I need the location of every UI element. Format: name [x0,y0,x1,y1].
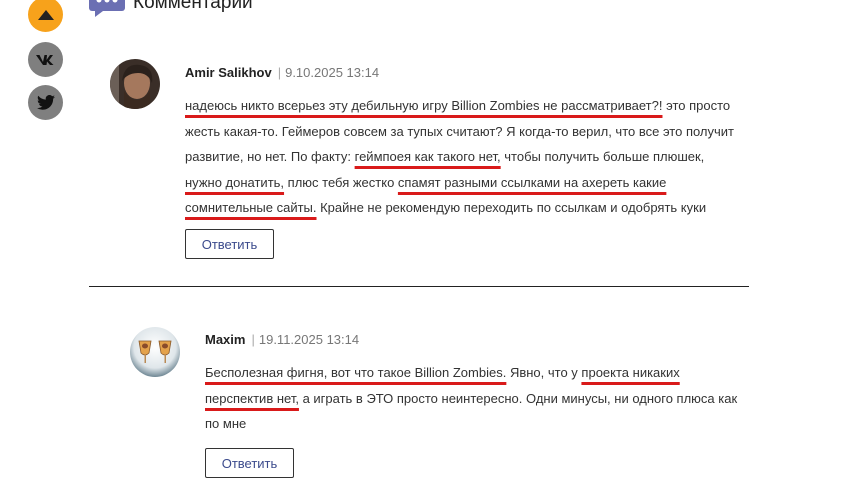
text-fragment: Явно, что у [506,365,582,380]
highlighted-phrase: нужно донатить, [185,174,285,190]
twitter-share-button[interactable] [28,85,63,120]
comments-header: Комментарии [89,0,253,18]
text-fragment: плюс тебя жестко [284,174,398,190]
comment-meta: Maxim | 19.11.2025 13:14 [205,332,359,347]
comment-author: Amir Salikhov [185,65,272,80]
vk-icon [35,54,53,65]
scroll-up-button[interactable] [28,0,63,32]
avatar [110,59,160,109]
text-fragment: Крайне не рекомендую переходить по ссылк… [316,200,707,215]
comment-meta: Amir Salikhov | 9.10.2025 13:14 [185,65,379,80]
meta-separator: | [277,65,282,80]
chat-icon [89,0,125,17]
highlighted-phrase: геймпоея как такого нет, [354,149,501,164]
reply-button[interactable]: Ответить [185,229,274,259]
comment-author: Maxim [205,332,246,347]
comment-text: Бесполезная фигня, вот что такое Billion… [205,360,740,437]
highlighted-phrase: надеюсь никто всерьез эту дебильную игру… [185,98,663,113]
vk-share-button[interactable] [28,42,63,77]
comment-divider [89,286,749,287]
meta-separator: | [251,332,255,347]
reply-button[interactable]: Ответить [205,448,294,478]
highlighted-phrase: Бесполезная фигня, вот что такое Billion… [205,365,507,380]
comment-text: надеюсь никто всерьез эту дебильную игру… [185,93,737,221]
text-fragment: чтобы получить больше плюшек, [500,149,705,164]
comments-title: Комментарии [133,0,253,13]
comment-date: 19.11.2025 13:14 [258,332,360,347]
twitter-icon [36,95,55,110]
avatar [130,327,180,377]
comment-date: 9.10.2025 13:14 [285,65,380,80]
arrow-up-icon [37,9,54,20]
